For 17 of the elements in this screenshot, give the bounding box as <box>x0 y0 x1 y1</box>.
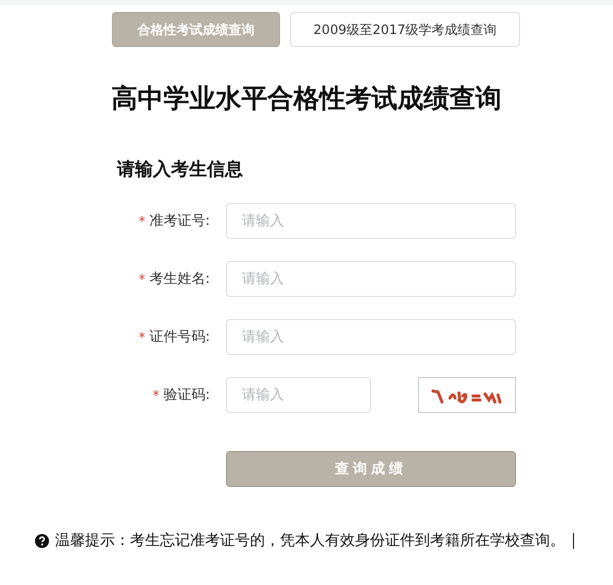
input-field[interactable]: 请输入 <box>226 377 371 413</box>
tab[interactable]: 合格性考试成绩查询 <box>112 12 280 47</box>
page-title: 高中学业水平合格性考试成绩查询 <box>110 83 502 116</box>
help-icon <box>35 534 49 548</box>
tip-text: 温馨提示：考生忘记准考证号的，凭本人有效身份证件到考籍所在学校查询。 <box>55 531 565 550</box>
input-field[interactable]: 请输入 <box>226 319 516 355</box>
field-label: 验证码: <box>163 386 210 404</box>
captcha-image[interactable] <box>418 377 516 413</box>
input-field[interactable]: 请输入 <box>226 203 516 239</box>
field-label: 考生姓名: <box>149 270 210 288</box>
text-cursor <box>573 532 574 548</box>
submit-button[interactable]: 查询成绩 <box>226 451 516 487</box>
tab[interactable]: 2009级至2017级学考成绩查询 <box>290 12 520 47</box>
section-heading: 请输入考生信息 <box>117 158 244 182</box>
field-label: 证件号码: <box>149 328 210 346</box>
field-label: 准考证号: <box>149 212 210 230</box>
input-field[interactable]: 请输入 <box>226 261 516 297</box>
